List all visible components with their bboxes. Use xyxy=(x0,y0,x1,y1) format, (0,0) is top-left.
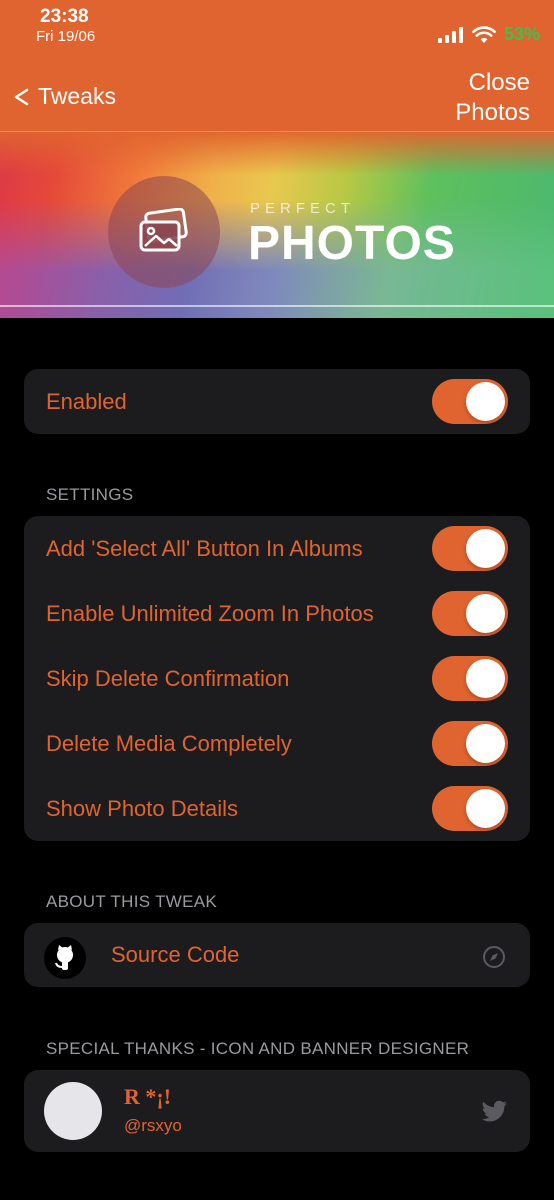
status-icons: 53% xyxy=(437,24,540,45)
nav-divider xyxy=(0,131,554,132)
settings-row-skip-delete[interactable]: Skip Delete Confirmation xyxy=(24,646,530,711)
settings-row-label: Show Photo Details xyxy=(46,795,238,821)
unlimited-zoom-toggle[interactable] xyxy=(432,591,508,636)
enabled-row[interactable]: Enabled xyxy=(24,369,530,434)
status-date: Fri 19/06 xyxy=(36,28,96,45)
enabled-group: Enabled xyxy=(24,369,530,434)
status-time: 23:38 xyxy=(40,6,89,27)
back-button-label: Tweaks xyxy=(38,83,116,109)
settings-row-label: Enable Unlimited Zoom In Photos xyxy=(46,600,374,626)
about-section-title: ABOUT THIS TWEAK xyxy=(46,892,218,911)
settings-row-delete-completely[interactable]: Delete Media Completely xyxy=(24,711,530,776)
toggle-knob xyxy=(466,382,505,421)
toggle-knob xyxy=(466,659,505,698)
settings-section-title: SETTINGS xyxy=(46,485,134,504)
settings-group: Add 'Select All' Button In Albums Enable… xyxy=(24,516,530,841)
settings-row-label: Skip Delete Confirmation xyxy=(46,665,290,691)
settings-row-select-all[interactable]: Add 'Select All' Button In Albums xyxy=(24,516,530,581)
safari-icon xyxy=(483,946,505,968)
close-photos-line1: Close xyxy=(468,69,530,96)
back-button[interactable]: Tweaks xyxy=(12,83,116,110)
about-group: Source Code xyxy=(24,923,530,987)
settings-row-unlimited-zoom[interactable]: Enable Unlimited Zoom In Photos xyxy=(24,581,530,646)
brand-title: PHOTOS xyxy=(248,217,456,270)
source-code-label: Source Code xyxy=(111,942,240,967)
settings-row-label: Delete Media Completely xyxy=(46,730,292,756)
enabled-toggle[interactable] xyxy=(432,379,508,424)
designer-row[interactable]: R *¡! @rsxyo xyxy=(24,1070,530,1152)
source-code-row[interactable]: Source Code xyxy=(24,923,530,987)
settings-row-label: Add 'Select All' Button In Albums xyxy=(46,535,363,561)
settings-row-photo-details[interactable]: Show Photo Details xyxy=(24,776,530,841)
wifi-icon xyxy=(472,25,496,43)
toggle-knob xyxy=(466,594,505,633)
photos-logo-icon xyxy=(139,208,188,252)
photo-details-toggle[interactable] xyxy=(432,786,508,831)
close-photos-button[interactable]: Close Photos xyxy=(455,68,530,128)
avatar xyxy=(44,1082,102,1140)
banner-divider xyxy=(0,305,554,307)
close-photos-line2: Photos xyxy=(455,99,530,126)
back-chevron-icon xyxy=(14,88,29,105)
thanks-section-title: SPECIAL THANKS - ICON AND BANNER DESIGNE… xyxy=(46,1039,470,1058)
designer-name: R *¡! xyxy=(124,1084,172,1109)
brand-subtitle: PERFECT xyxy=(250,200,356,217)
twitter-icon xyxy=(482,1100,507,1122)
app-logo xyxy=(108,176,220,288)
header-banner: 23:38 Fri 19/06 53% Tweaks Close Photos xyxy=(0,0,554,318)
thanks-group: R *¡! @rsxyo xyxy=(24,1070,530,1152)
signal-icon xyxy=(437,26,463,43)
toggle-knob xyxy=(466,789,505,828)
toggle-knob xyxy=(466,529,505,568)
github-icon xyxy=(44,937,86,979)
designer-handle: @rsxyo xyxy=(124,1116,182,1135)
battery-percentage: 53% xyxy=(503,24,540,44)
toggle-knob xyxy=(466,724,505,763)
enabled-label: Enabled xyxy=(46,388,127,414)
delete-completely-toggle[interactable] xyxy=(432,721,508,766)
skip-delete-toggle[interactable] xyxy=(432,656,508,701)
select-all-toggle[interactable] xyxy=(432,526,508,571)
